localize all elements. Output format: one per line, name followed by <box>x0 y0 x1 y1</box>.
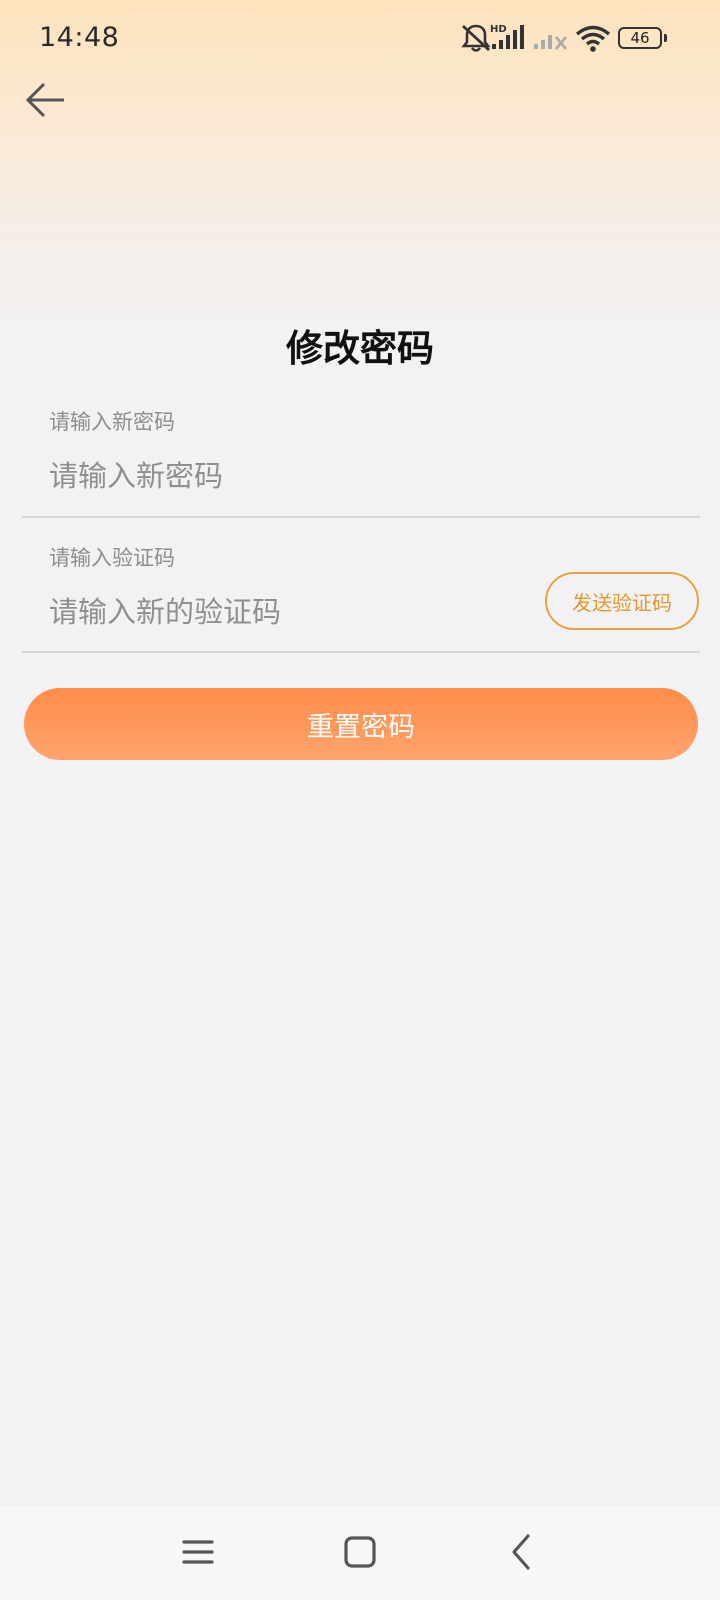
back-icon <box>512 1534 530 1570</box>
nav-back-button[interactable] <box>500 1530 544 1574</box>
divider <box>22 516 700 518</box>
network-type-label: HD <box>490 24 507 35</box>
signal-no-service-icon <box>534 35 567 50</box>
verification-code-input[interactable] <box>49 588 529 636</box>
reset-password-button[interactable]: 重置密码 <box>24 688 698 760</box>
divider <box>22 651 700 653</box>
battery-tip <box>664 34 667 42</box>
battery-icon: 46 <box>618 27 662 49</box>
page-title: 修改密码 <box>286 327 434 370</box>
status-time: 14:48 <box>39 22 120 53</box>
home-icon <box>344 1536 376 1568</box>
back-button[interactable] <box>22 76 70 124</box>
signal-icon: HD <box>490 24 524 49</box>
status-icons: HD 46 <box>458 22 688 54</box>
system-nav-bar <box>0 1506 720 1600</box>
verification-code-label: 请输入验证码 <box>49 546 175 570</box>
new-password-input[interactable] <box>49 452 689 500</box>
menu-icon <box>182 1540 214 1564</box>
send-code-button[interactable]: 发送验证码 <box>545 572 699 630</box>
arrow-left-icon <box>25 82 64 118</box>
nav-home-button[interactable] <box>338 1530 382 1574</box>
new-password-label: 请输入新密码 <box>49 410 175 434</box>
nav-menu-button[interactable] <box>176 1530 220 1574</box>
wifi-icon <box>575 25 611 52</box>
battery-level: 46 <box>630 29 650 47</box>
status-bar: 14:48 HD 46 <box>0 0 720 76</box>
